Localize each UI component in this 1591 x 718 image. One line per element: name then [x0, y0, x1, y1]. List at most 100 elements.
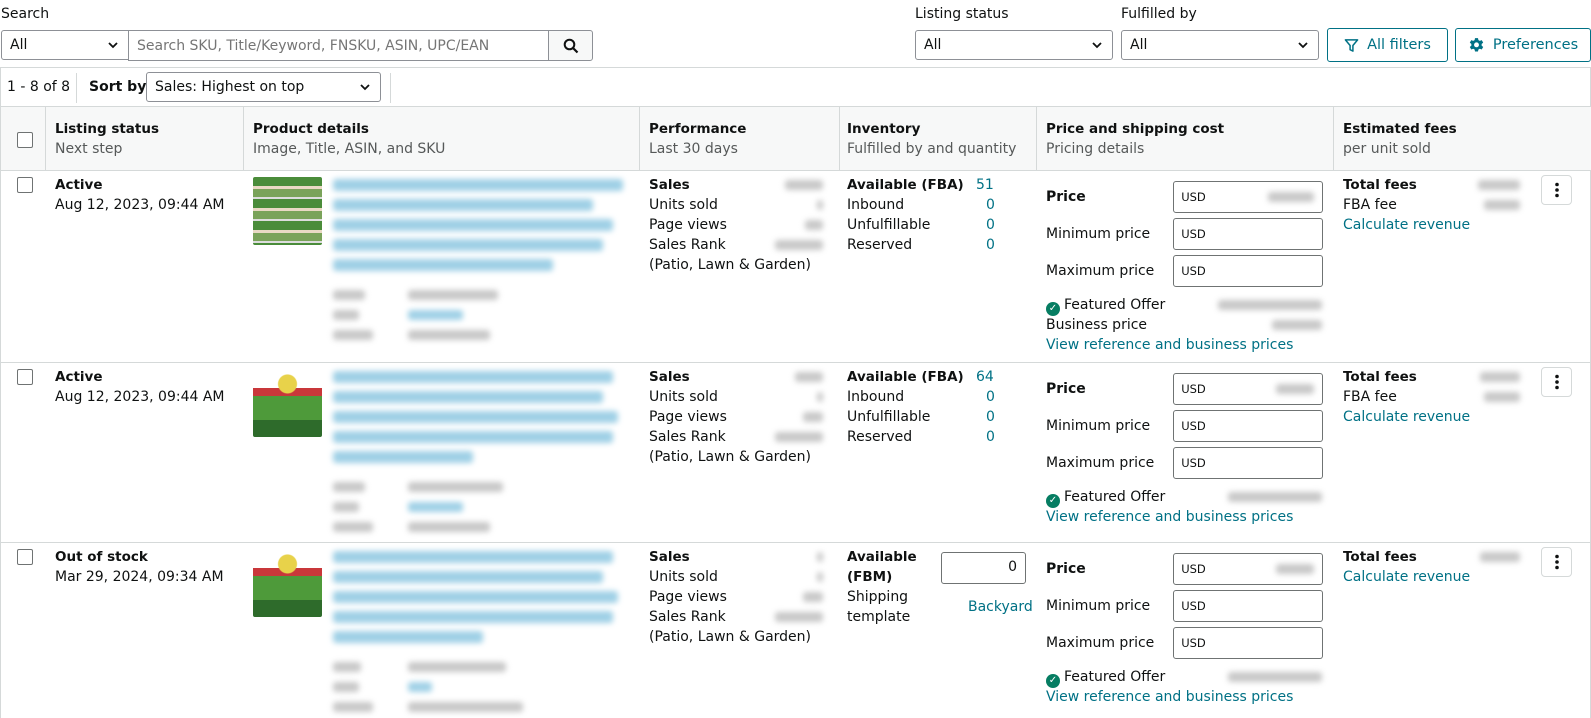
fulfilled-by-label: Fulfilled by: [1121, 6, 1197, 22]
max-price-input[interactable]: [1213, 627, 1323, 659]
column-header-product-details: Product details: [253, 121, 369, 137]
currency-badge: USD: [1173, 218, 1214, 250]
max-price-label: Maximum price: [1046, 635, 1155, 651]
perf-rank-label: Sales Rank: [649, 237, 726, 253]
perf-units-label: Units sold: [649, 569, 718, 585]
product-image[interactable]: [253, 369, 322, 437]
inv-available-value[interactable]: 51: [976, 177, 994, 193]
currency-badge: USD: [1173, 590, 1214, 622]
currency-badge: USD: [1173, 447, 1214, 479]
sort-select[interactable]: Sales: Highest on top: [146, 72, 381, 102]
inv-inbound-value[interactable]: 0: [986, 389, 995, 405]
inv-unfulfillable-value[interactable]: 0: [986, 409, 995, 425]
currency-badge: USD: [1173, 181, 1214, 213]
inv-inbound-value[interactable]: 0: [986, 197, 995, 213]
perf-units-label: Units sold: [649, 389, 718, 405]
max-price-input[interactable]: [1213, 255, 1323, 287]
featured-offer: ✓ Featured Offer: [1046, 669, 1165, 688]
inv-label: Inbound: [847, 197, 905, 213]
shipping-template-link[interactable]: Backyard: [968, 599, 1033, 615]
product-image[interactable]: [253, 549, 322, 617]
shipping-template-label: Shipping: [847, 589, 909, 605]
inv-label: Available (FBA): [847, 177, 964, 193]
featured-offer-label: Featured Offer: [1064, 489, 1166, 505]
table-header: [0, 107, 1591, 170]
featured-offer: ✓ Featured Offer: [1046, 489, 1165, 508]
min-price-label: Minimum price: [1046, 598, 1151, 614]
view-reference-prices-link[interactable]: View reference and business prices: [1046, 337, 1293, 353]
row-actions-button[interactable]: [1541, 547, 1572, 577]
view-reference-prices-link[interactable]: View reference and business prices: [1046, 689, 1293, 705]
chevron-down-icon: [1092, 42, 1102, 49]
inv-available-value[interactable]: 64: [976, 369, 994, 385]
min-price-input[interactable]: [1213, 590, 1323, 622]
more-vertical-icon: [1554, 374, 1559, 390]
inv-reserved-value[interactable]: 0: [986, 237, 995, 253]
listing-status-select[interactable]: All: [915, 30, 1113, 60]
chevron-down-icon: [360, 84, 370, 91]
fbm-quantity-input[interactable]: 0: [941, 552, 1026, 584]
perf-rank-category: (Patio, Lawn & Garden): [649, 629, 811, 645]
filter-icon: [1344, 38, 1359, 52]
calculate-revenue-link[interactable]: Calculate revenue: [1343, 569, 1470, 585]
search-button[interactable]: [548, 30, 593, 61]
listing-status-value: Active: [55, 177, 103, 193]
column-subheader: Image, Title, ASIN, and SKU: [253, 141, 446, 157]
perf-rank-category: (Patio, Lawn & Garden): [649, 449, 811, 465]
price-label: Price: [1046, 189, 1086, 205]
listing-date: Mar 29, 2024, 09:34 AM: [55, 569, 224, 585]
view-reference-prices-link[interactable]: View reference and business prices: [1046, 509, 1293, 525]
price-label: Price: [1046, 561, 1086, 577]
product-title-link[interactable]: [333, 551, 613, 563]
min-price-input[interactable]: [1213, 218, 1323, 250]
row-actions-button[interactable]: [1541, 175, 1572, 205]
product-title-link[interactable]: [333, 179, 623, 191]
currency-badge: USD: [1173, 373, 1214, 405]
product-title-link[interactable]: [333, 371, 613, 383]
sort-label: Sort by:: [89, 79, 152, 95]
column-header-fees: Estimated fees: [1343, 121, 1457, 137]
listing-date: Aug 12, 2023, 09:44 AM: [55, 389, 225, 405]
perf-rank-category: (Patio, Lawn & Garden): [649, 257, 811, 273]
column-subheader: Next step: [55, 141, 123, 157]
preferences-button[interactable]: Preferences: [1455, 28, 1591, 62]
result-count: 1 - 8 of 8: [7, 79, 71, 95]
listing-status-label: Listing status: [915, 6, 1009, 22]
inv-fbm-label: Available: [847, 549, 917, 565]
all-filters-button[interactable]: All filters: [1327, 28, 1448, 62]
perf-views-label: Page views: [649, 409, 727, 425]
min-price-input[interactable]: [1213, 410, 1323, 442]
listing-status-value: Active: [55, 369, 103, 385]
row-checkbox[interactable]: [17, 549, 33, 565]
chevron-down-icon: [1298, 42, 1308, 49]
select-all-checkbox[interactable]: [17, 132, 33, 148]
fulfilled-by-value: All: [1130, 37, 1148, 53]
column-subheader: Pricing details: [1046, 141, 1145, 157]
calculate-revenue-link[interactable]: Calculate revenue: [1343, 409, 1470, 425]
column-header-listing-status: Listing status: [55, 121, 160, 137]
row-checkbox[interactable]: [17, 369, 33, 385]
row-actions-button[interactable]: [1541, 367, 1572, 397]
search-input[interactable]: [128, 30, 549, 61]
inv-reserved-value[interactable]: 0: [986, 429, 995, 445]
inv-unfulfillable-value[interactable]: 0: [986, 217, 995, 233]
search-scope-select[interactable]: All: [1, 30, 129, 60]
max-price-input[interactable]: [1213, 447, 1323, 479]
fulfilled-by-select[interactable]: All: [1121, 30, 1319, 60]
perf-rank-label: Sales Rank: [649, 609, 726, 625]
currency-badge: USD: [1173, 553, 1214, 585]
product-image[interactable]: [253, 177, 322, 245]
all-filters-label: All filters: [1367, 37, 1431, 53]
column-header-performance: Performance: [649, 121, 747, 137]
calculate-revenue-link[interactable]: Calculate revenue: [1343, 217, 1470, 233]
check-circle-icon: ✓: [1046, 302, 1060, 316]
max-price-label: Maximum price: [1046, 455, 1155, 471]
listing-status-value: Out of stock: [55, 549, 148, 565]
featured-offer: ✓ Featured Offer: [1046, 297, 1165, 316]
sort-value: Sales: Highest on top: [155, 79, 305, 95]
shipping-template-label: template: [847, 609, 911, 625]
row-checkbox[interactable]: [17, 177, 33, 193]
fba-fee-label: FBA fee: [1343, 389, 1397, 405]
min-price-label: Minimum price: [1046, 418, 1151, 434]
column-subheader: Last 30 days: [649, 141, 738, 157]
